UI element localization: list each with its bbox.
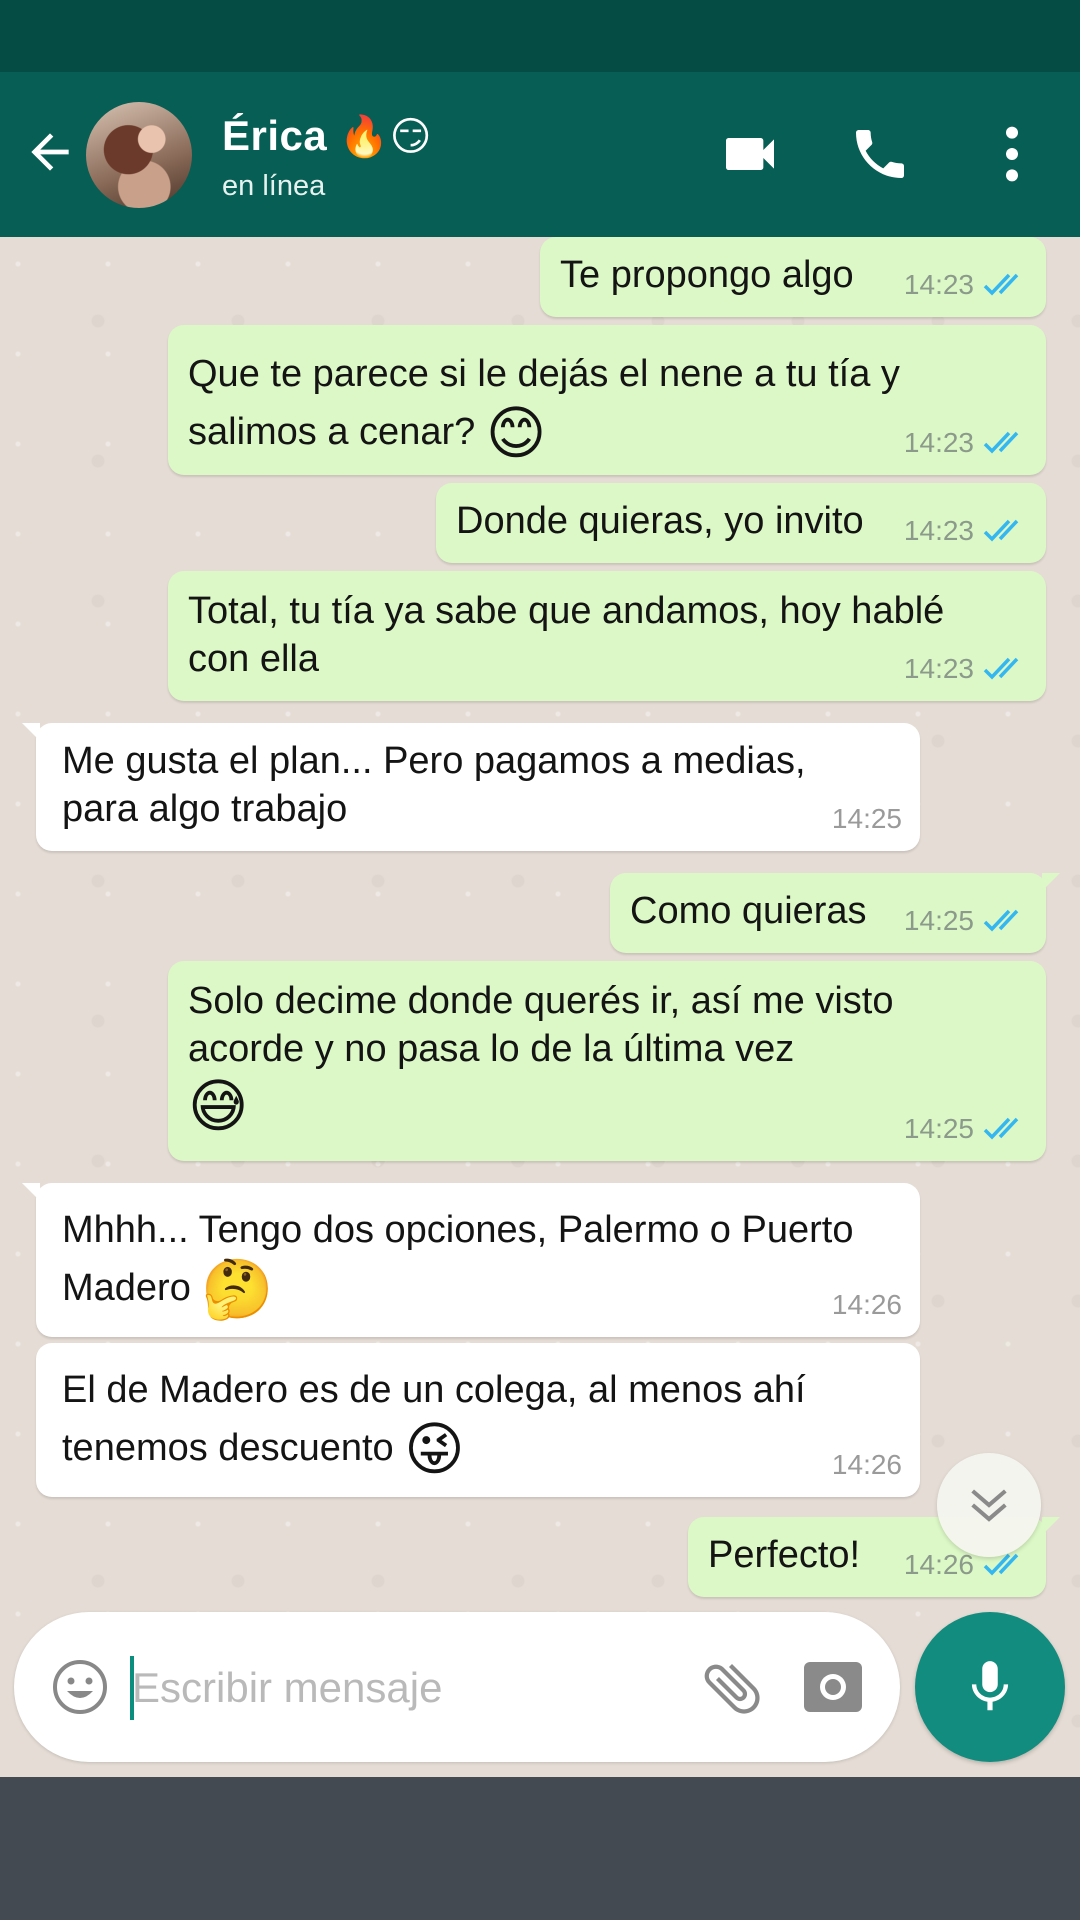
- smiling-face-emoji: 😊: [485, 400, 547, 466]
- message-meta: 14:26: [832, 1281, 902, 1329]
- more-vert-icon: [1006, 126, 1018, 182]
- contact-name[interactable]: Érica 🔥😏: [222, 112, 432, 160]
- message-meta: 14:23: [904, 261, 1028, 309]
- message-bubble[interactable]: Te propongo algo 14:23: [540, 237, 1046, 317]
- message-text: Total, tu tía ya sabe que andamos, hoy h…: [188, 590, 945, 680]
- message-time: 14:26: [831, 1289, 902, 1320]
- message-body: Solo decime donde querés ir, así me vist…: [188, 980, 894, 1070]
- message-composer: [14, 1612, 900, 1762]
- thinking-face-emoji: 🤔: [201, 1256, 274, 1322]
- message-time: 14:25: [903, 905, 974, 936]
- message-bubble[interactable]: Solo decime donde querés ir, así me vist…: [168, 961, 1046, 1161]
- camera-icon: [804, 1662, 862, 1712]
- message-time: 14:23: [903, 269, 974, 300]
- voice-call-button[interactable]: [848, 122, 912, 186]
- contact-avatar[interactable]: [86, 102, 192, 208]
- message-text: Mhhh... Tengo dos opciones, Palermo o Pu…: [56, 1193, 900, 1320]
- message-bubble[interactable]: Que te parece si le dejás el nene a tu t…: [168, 325, 1046, 475]
- more-options-button[interactable]: [990, 122, 1034, 186]
- attach-button[interactable]: [698, 1654, 766, 1722]
- message-meta: 14:26: [832, 1441, 902, 1489]
- message-time: 14:26: [831, 1449, 902, 1480]
- message-input[interactable]: [132, 1658, 692, 1718]
- message-time: 14:23: [903, 653, 974, 684]
- double-check-icon: [983, 519, 1019, 542]
- message-bubble[interactable]: Me gusta el plan... Pero pagamos a media…: [22, 723, 920, 851]
- back-arrow-icon: [31, 133, 69, 171]
- phone-icon: [856, 130, 904, 178]
- message-time: 14:23: [903, 427, 974, 458]
- message-bubble[interactable]: Mhhh... Tengo dos opciones, Palermo o Pu…: [22, 1183, 920, 1337]
- grinning-sweat-emoji: 😅: [188, 1074, 249, 1139]
- message-meta: 14:25: [832, 795, 902, 843]
- message-text: Me gusta el plan... Pero pagamos a media…: [62, 740, 806, 830]
- paperclip-icon: [704, 1663, 760, 1714]
- message-bubble[interactable]: Como quieras 14:25: [610, 873, 1060, 953]
- message-meta: 14:23: [904, 507, 1028, 555]
- double-check-icon: [983, 1117, 1019, 1140]
- contact-name-text: Érica: [222, 112, 328, 159]
- message-meta: 14:23: [904, 419, 1028, 467]
- double-check-icon: [983, 657, 1019, 680]
- message-time: 14:25: [831, 803, 902, 834]
- contact-name-emojis: 🔥😏: [339, 115, 432, 159]
- message-bubble[interactable]: Donde quieras, yo invito 14:23: [436, 483, 1046, 563]
- double-check-icon: [983, 909, 1019, 932]
- message-meta: 14:25: [904, 897, 1028, 945]
- video-call-button[interactable]: [718, 122, 782, 186]
- winking-tongue-emoji: 😜: [404, 1416, 465, 1482]
- message-meta: 14:23: [904, 645, 1028, 693]
- contact-status: en línea: [222, 170, 326, 202]
- status-bar: [0, 0, 1080, 72]
- message-body: Mhhh... Tengo dos opciones, Palermo o Pu…: [62, 1209, 854, 1309]
- scroll-to-bottom-button[interactable]: [937, 1453, 1041, 1557]
- message-time: 14:25: [903, 1113, 974, 1144]
- message-time: 14:23: [903, 515, 974, 546]
- back-button[interactable]: [22, 124, 78, 180]
- message-text: El de Madero es de un colega, al menos a…: [56, 1353, 900, 1480]
- emoji-button[interactable]: [50, 1657, 110, 1717]
- chat-header: Érica 🔥😏 en línea: [0, 72, 1080, 237]
- chat-area[interactable]: Te propongo algo 14:23 Que te parece si …: [0, 237, 1080, 1777]
- video-call-icon: [726, 138, 774, 170]
- message-text: Que te parece si le dejás el nene a tu t…: [188, 335, 1026, 464]
- message-meta: 14:25: [904, 1105, 1028, 1153]
- double-chevron-down-icon: [971, 1489, 1007, 1522]
- double-check-icon: [983, 431, 1019, 454]
- message-text: Solo decime donde querés ir, así me vist…: [188, 971, 1026, 1137]
- camera-button[interactable]: [802, 1658, 864, 1716]
- voice-note-button[interactable]: [915, 1612, 1065, 1762]
- microphone-icon: [971, 1661, 1009, 1711]
- smiley-icon: [53, 1660, 107, 1714]
- message-bubble[interactable]: El de Madero es de un colega, al menos a…: [36, 1343, 920, 1497]
- double-check-icon: [983, 273, 1019, 296]
- message-bubble[interactable]: Total, tu tía ya sabe que andamos, hoy h…: [168, 571, 1046, 701]
- system-navigation-bar: [0, 1777, 1080, 1920]
